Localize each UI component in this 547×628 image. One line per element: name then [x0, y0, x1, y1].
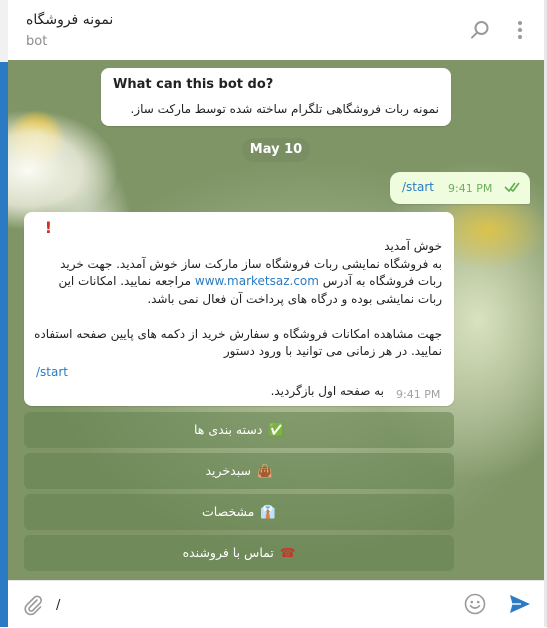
search-icon[interactable] [470, 20, 490, 40]
send-icon[interactable] [508, 593, 532, 615]
attach-icon[interactable] [22, 594, 44, 616]
greeting-text: خوش آمدید [384, 239, 442, 253]
emoji-icon[interactable] [464, 593, 486, 615]
outgoing-message[interactable]: /start 9:41 PM [390, 172, 530, 204]
return-text: به صفحه اول بازگردید. [270, 384, 384, 398]
chat-area[interactable]: What can this bot do? نمونه ربات فروشگاه… [8, 60, 544, 580]
keyboard-button-label: تماس با فروشنده [182, 545, 274, 560]
more-vertical-icon[interactable] [512, 20, 528, 40]
exclamation-icon: ! [44, 218, 52, 237]
shirt-tie-icon: 👔 [260, 504, 276, 519]
incoming-message[interactable]: ! خوش آمدید به فروشگاه نمایشی ربات فروشگ… [24, 212, 454, 406]
keyboard-button-label: دسته بندی ها [193, 422, 263, 437]
chat-header: نمونه فروشگاه bot [8, 0, 544, 61]
outgoing-command[interactable]: /start [402, 180, 434, 194]
chat-subtitle: bot [26, 34, 48, 49]
bot-info-text: نمونه ربات فروشگاهی تلگرام ساخته شده توس… [130, 102, 439, 116]
keyboard-button-contact[interactable]: ☎ تماس با فروشنده [24, 535, 454, 571]
handbag-icon: 👜 [256, 463, 273, 478]
instructions-text: جهت مشاهده امکانات فروشگاه و سفارش خرید … [34, 326, 442, 359]
message-input[interactable] [54, 589, 448, 621]
chat-title[interactable]: نمونه فروشگاه [26, 12, 113, 28]
keyboard-button-profile[interactable]: 👔 مشخصات [24, 494, 454, 530]
bot-info-heading: What can this bot do? [113, 77, 274, 92]
start-command-link[interactable]: /start [36, 365, 68, 379]
keyboard-button-label: مشخصات [202, 504, 255, 519]
double-check-icon [504, 182, 520, 193]
incoming-time: 9:41 PM [396, 388, 441, 401]
outgoing-time: 9:41 PM [448, 182, 493, 195]
telegram-window: نمونه فروشگاه bot What can this bot do? … [0, 0, 547, 628]
keyboard-button-categories[interactable]: ✅ دسته بندی ها [24, 412, 454, 448]
message-composer [8, 580, 544, 628]
message-body: خوش آمدید به فروشگاه نمایشی ربات فروشگاه… [34, 238, 442, 361]
bot-info-card: What can this bot do? نمونه ربات فروشگاه… [101, 68, 451, 126]
telephone-icon: ☎ [279, 545, 296, 560]
date-separator: May 10 [242, 138, 310, 162]
website-link[interactable]: www.marketsaz.com [195, 274, 319, 288]
keyboard-button-label: سبدخرید [205, 463, 251, 478]
keyboard-button-cart[interactable]: 👜 سبدخرید [24, 453, 454, 489]
check-mark-icon: ✅ [268, 422, 285, 437]
left-accent-strip [0, 0, 8, 627]
